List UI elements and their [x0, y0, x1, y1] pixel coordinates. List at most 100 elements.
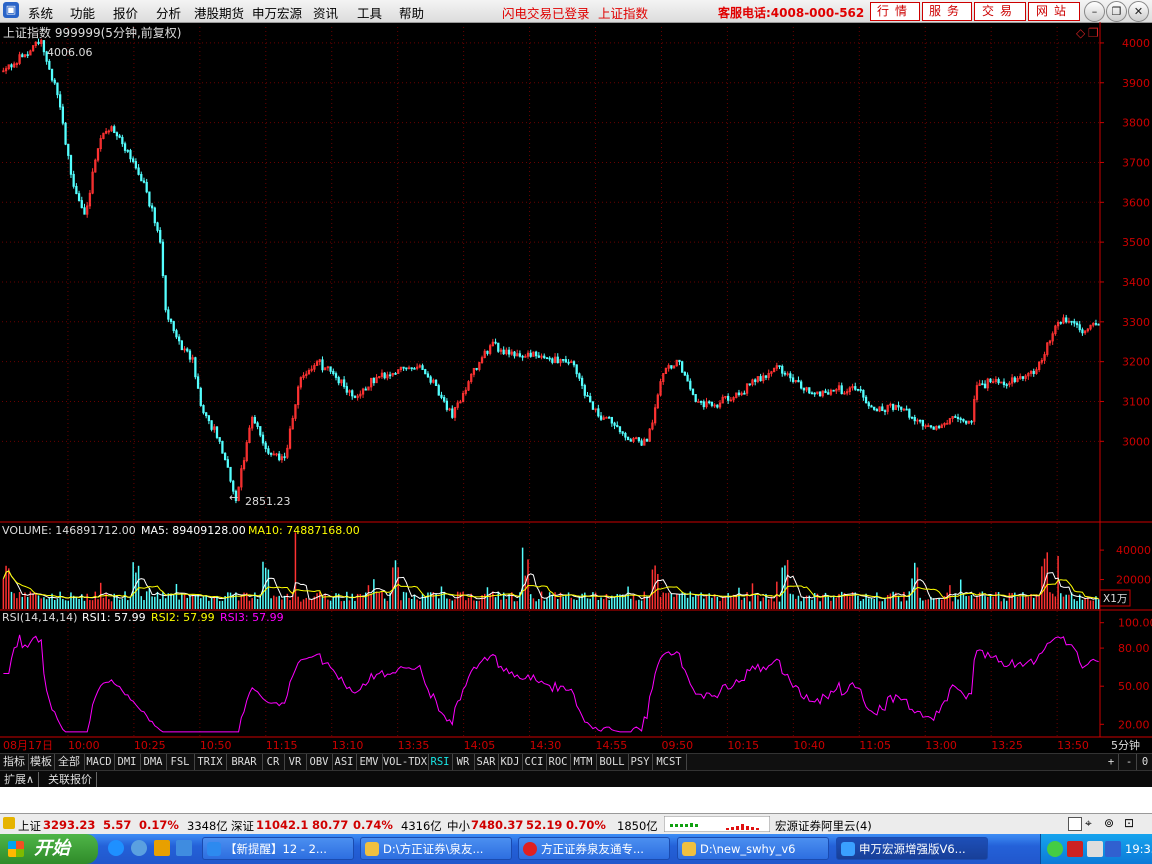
sz-index-value[interactable]: 11042.1 [256, 818, 308, 832]
ie-icon[interactable] [108, 840, 124, 856]
candle-body [1078, 324, 1081, 331]
start-button[interactable]: 开始 [0, 834, 98, 864]
candle-body [337, 377, 340, 384]
tray-arrow-icon[interactable] [1047, 841, 1063, 857]
indicator-tab-emv[interactable]: EMV [356, 754, 383, 770]
index-link[interactable]: 上证指数 [598, 3, 648, 22]
indicator-tab-roc[interactable]: ROC [546, 754, 571, 770]
period-label[interactable]: 5分钟 [1111, 738, 1140, 752]
task-shenwan-app[interactable]: 申万宏源增强版V6... [836, 837, 988, 860]
indicator-tab-vr[interactable]: VR [284, 754, 307, 770]
taskbar: 开始 【新提醒】12 - 2... D:\方正证券\泉友... 方正证券泉友通专… [0, 834, 1152, 864]
volume-bar [532, 598, 535, 609]
task-folder-swhy[interactable]: D:\new_swhy_v6 [677, 837, 829, 860]
volume-bar [640, 600, 643, 609]
task-fangzheng-app[interactable]: 方正证券泉友通专... [518, 837, 670, 860]
candle-body [121, 136, 124, 145]
indicator-tab-rsi[interactable]: RSI [428, 754, 453, 770]
sh-index-value[interactable]: 3293.23 [43, 818, 95, 832]
volume-bar [1089, 600, 1092, 609]
connection-icon[interactable]: ⌖ [1085, 816, 1092, 831]
task-folder-fangzheng[interactable]: D:\方正证券\泉友... [360, 837, 512, 860]
indicator-tab-boll[interactable]: BOLL [596, 754, 629, 770]
indicator-tab-psy[interactable]: PSY [628, 754, 653, 770]
task-notification[interactable]: 【新提醒】12 - 2... [202, 837, 354, 860]
related-quote-tab[interactable]: 关联报价 [44, 772, 97, 787]
tray-shield-icon[interactable] [1105, 841, 1121, 857]
indicator-tab-fsl[interactable]: FSL [166, 754, 195, 770]
volume-bar [267, 569, 270, 609]
chart-canvas[interactable]: 3000 3100 3200 3300 3400 3500 3600 3700 3800 3900… [0, 22, 1152, 753]
indicator-tab-macd[interactable]: MACD [84, 754, 115, 770]
menu-help[interactable]: 帮助 [399, 3, 424, 22]
zoom-in-button[interactable]: + [1104, 754, 1119, 770]
volume-bar [37, 595, 40, 609]
volume-bar [164, 598, 167, 609]
tray-speaker-icon[interactable] [1087, 841, 1103, 857]
indicator-tab-vol-tdx[interactable]: VOL-TDX [382, 754, 429, 770]
menu-analysis[interactable]: 分析 [156, 3, 181, 22]
candle-body [372, 377, 376, 384]
expand-tab[interactable]: 扩展∧ [0, 772, 40, 787]
close-icon[interactable]: ✕ [1128, 1, 1149, 22]
indicator-tab-kdj[interactable]: KDJ [498, 754, 523, 770]
minimize-icon[interactable]: – [1084, 1, 1105, 22]
indicator-tab-dmi[interactable]: DMI [114, 754, 141, 770]
website-button[interactable]: 网站 [1028, 2, 1080, 21]
zoom-out-button[interactable]: - [1122, 754, 1137, 770]
menu-quote[interactable]: 报价 [113, 3, 138, 22]
volume-bar [743, 597, 746, 609]
volume-bar [159, 599, 161, 609]
indicator-tab-mcst[interactable]: MCST [652, 754, 687, 770]
time-axis-label: 10:15 [727, 739, 759, 752]
restore-icon[interactable]: ❐ [1106, 1, 1127, 22]
indicator-tab-指标[interactable]: 指标 [0, 754, 29, 770]
candle-body [867, 402, 870, 407]
menu-tools[interactable]: 工具 [357, 3, 382, 22]
indicator-tab-全部[interactable]: 全部 [54, 754, 85, 770]
candle-body [997, 379, 1000, 384]
volume-bar [351, 593, 353, 609]
lock-icon[interactable]: ⊡ [1124, 816, 1134, 830]
desktop-icon[interactable] [176, 840, 192, 856]
indicator-tab-mtm[interactable]: MTM [570, 754, 597, 770]
zx-index-value[interactable]: 7480.37 [471, 818, 523, 832]
indicator-tab-cci[interactable]: CCI [522, 754, 547, 770]
indicator-tab-obv[interactable]: OBV [306, 754, 333, 770]
candle-body [334, 373, 338, 378]
volume-bar [613, 597, 616, 609]
server-name[interactable]: 宏源证券阿里云(4) [775, 818, 872, 834]
menu-shenwan[interactable]: 申万宏源 [252, 3, 302, 22]
app-quick-icon[interactable] [154, 840, 170, 856]
breadth-green-bar [675, 824, 678, 827]
indicator-tab-dma[interactable]: DMA [140, 754, 167, 770]
indicator-tab-cr[interactable]: CR [262, 754, 285, 770]
indicator-tab-模板[interactable]: 模板 [28, 754, 55, 770]
volume-bar [762, 597, 765, 609]
service-button[interactable]: 服务 [922, 2, 972, 21]
candle-body [737, 392, 741, 396]
wifi-icon[interactable]: ⊚ [1104, 816, 1114, 830]
chart-settings-icon[interactable]: ◇ [1076, 26, 1086, 40]
candle-body [827, 392, 830, 395]
tray-flag-icon[interactable] [1067, 841, 1083, 857]
reset-zoom-button[interactable]: 0 [1138, 754, 1152, 770]
market-button[interactable]: 行情 [870, 2, 920, 21]
menu-system[interactable]: 系统 [28, 3, 53, 22]
browser-icon[interactable] [131, 840, 147, 856]
volume-bar [89, 600, 91, 609]
indicator-tab-asi[interactable]: ASI [332, 754, 357, 770]
indicator-tab-sar[interactable]: SAR [474, 754, 499, 770]
menu-function[interactable]: 功能 [70, 3, 95, 22]
window-icon[interactable] [1068, 817, 1082, 831]
trade-button[interactable]: 交易 [974, 2, 1026, 21]
menu-news[interactable]: 资讯 [313, 3, 338, 22]
volume-bar [346, 591, 348, 609]
menu-hk-futures[interactable]: 港股期货 [194, 3, 244, 22]
candle-body [61, 106, 64, 124]
indicator-tab-trix[interactable]: TRIX [194, 754, 227, 770]
chart-maximize-icon[interactable]: ❐ [1088, 26, 1099, 40]
indicator-tab-brar[interactable]: BRAR [226, 754, 263, 770]
indicator-tab-wr[interactable]: WR [452, 754, 475, 770]
flash-trade-status[interactable]: 闪电交易已登录 [502, 3, 590, 22]
